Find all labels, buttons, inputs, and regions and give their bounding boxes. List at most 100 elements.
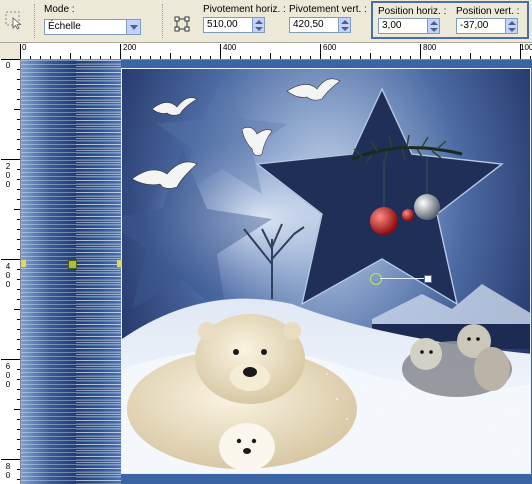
pivot-h-label: Pivotement horiz. : bbox=[203, 4, 286, 15]
ruler-tick bbox=[190, 56, 191, 59]
pivot-h-spinner[interactable] bbox=[252, 17, 265, 33]
ruler-tick bbox=[300, 56, 301, 59]
ruler-tick bbox=[17, 269, 20, 270]
ruler-tick bbox=[1, 59, 20, 60]
ruler-tick bbox=[90, 56, 91, 59]
ruler-tick bbox=[440, 56, 441, 59]
pick-tool-icon[interactable] bbox=[4, 10, 24, 30]
pos-v-label: Position vert. : bbox=[456, 6, 520, 17]
ruler-tick bbox=[270, 53, 271, 59]
ruler-tick bbox=[1, 259, 20, 260]
ruler-label: 1000 bbox=[520, 43, 532, 52]
rotation-pivot-handle[interactable] bbox=[370, 273, 382, 285]
ruler-tick bbox=[17, 139, 20, 140]
ruler-tick bbox=[17, 129, 20, 130]
ruler-tick bbox=[17, 299, 20, 300]
ruler-tick bbox=[17, 379, 20, 380]
pos-h-label: Position horiz. : bbox=[378, 6, 447, 17]
ruler-label: 8 bbox=[5, 462, 11, 471]
pos-v-field[interactable]: -37,00 bbox=[456, 18, 506, 34]
ruler-tick bbox=[17, 89, 20, 90]
ruler-tick bbox=[17, 399, 20, 400]
ruler-label: 0 bbox=[5, 180, 11, 189]
ruler-tick bbox=[17, 169, 20, 170]
ruler-tick bbox=[17, 69, 20, 70]
ruler-tick bbox=[17, 319, 20, 320]
ruler-label: 200 bbox=[123, 43, 137, 52]
ruler-tick bbox=[130, 56, 131, 59]
background-layer-texture bbox=[76, 60, 121, 484]
ruler-tick bbox=[17, 329, 20, 330]
pos-h-spinner[interactable] bbox=[427, 18, 440, 34]
ruler-tick bbox=[17, 279, 20, 280]
ruler-tick bbox=[17, 419, 20, 420]
ruler-tick bbox=[430, 56, 431, 59]
ruler-label: 0 bbox=[5, 171, 11, 180]
ruler-tick bbox=[520, 44, 521, 59]
horizontal-ruler[interactable]: 0 200 400 600 800 1000 bbox=[20, 43, 532, 60]
pos-h-field[interactable]: 3,00 bbox=[378, 18, 428, 34]
mode-select[interactable]: Échelle bbox=[44, 19, 127, 35]
ruler-tick bbox=[500, 56, 501, 59]
ruler-tick bbox=[40, 56, 41, 59]
ruler-tick bbox=[14, 209, 20, 210]
ruler-tick bbox=[17, 79, 20, 80]
ruler-tick bbox=[17, 229, 20, 230]
scale-handle-left[interactable] bbox=[68, 260, 77, 269]
ruler-tick bbox=[310, 56, 311, 59]
ruler-corner bbox=[0, 43, 21, 60]
ruler-tick bbox=[340, 56, 341, 59]
scale-handle-right-edge[interactable] bbox=[117, 260, 122, 267]
toolbar-grip[interactable] bbox=[162, 4, 166, 38]
ruler-tick bbox=[17, 119, 20, 120]
document-canvas[interactable] bbox=[21, 60, 532, 484]
ruler-tick bbox=[320, 44, 321, 59]
scale-handle-left-edge[interactable] bbox=[21, 260, 26, 267]
ruler-tick bbox=[17, 449, 20, 450]
deform-mode-icon[interactable] bbox=[174, 16, 190, 32]
rotation-handle[interactable] bbox=[424, 275, 432, 283]
ruler-tick bbox=[1, 159, 20, 160]
transformed-image-layer[interactable] bbox=[121, 68, 531, 474]
ruler-tick bbox=[17, 249, 20, 250]
ruler-tick bbox=[17, 479, 20, 480]
ruler-tick bbox=[60, 56, 61, 59]
chevron-down-icon[interactable] bbox=[126, 19, 141, 35]
pivot-h-field[interactable]: 510,00 bbox=[203, 17, 253, 33]
ruler-tick bbox=[390, 56, 391, 59]
ruler-tick bbox=[400, 56, 401, 59]
ruler-tick bbox=[14, 409, 20, 410]
ruler-tick bbox=[100, 56, 101, 59]
ruler-tick bbox=[17, 339, 20, 340]
ruler-tick bbox=[17, 369, 20, 370]
vertical-ruler[interactable]: 0 2 0 0 4 0 0 6 0 0 8 0 bbox=[0, 59, 21, 484]
ruler-tick bbox=[150, 56, 151, 59]
ruler-tick bbox=[380, 56, 381, 59]
ruler-label: 0 bbox=[5, 380, 11, 389]
ruler-tick bbox=[17, 469, 20, 470]
ruler-tick bbox=[420, 44, 421, 59]
ruler-tick bbox=[140, 56, 141, 59]
ruler-tick bbox=[17, 199, 20, 200]
image-artwork bbox=[122, 78, 530, 473]
ruler-tick bbox=[17, 99, 20, 100]
ruler-tick bbox=[110, 56, 111, 59]
ruler-tick bbox=[17, 189, 20, 190]
ruler-tick bbox=[360, 56, 361, 59]
ruler-label: 2 bbox=[5, 162, 11, 171]
pos-v-spinner[interactable] bbox=[505, 18, 518, 34]
pivot-v-field[interactable]: 420,50 bbox=[289, 17, 339, 33]
ruler-label: 600 bbox=[323, 43, 337, 52]
toolbar-grip[interactable] bbox=[34, 4, 38, 38]
ruler-tick bbox=[17, 389, 20, 390]
ruler-label: 0 bbox=[5, 271, 11, 280]
ruler-tick bbox=[350, 56, 351, 59]
ruler-tick bbox=[80, 56, 81, 59]
ruler-label: 0 bbox=[22, 43, 27, 52]
pivot-v-spinner[interactable] bbox=[338, 17, 351, 33]
ruler-label: 800 bbox=[423, 43, 437, 52]
ruler-tick bbox=[230, 56, 231, 59]
ruler-label: 400 bbox=[223, 43, 237, 52]
tool-options-bar: Mode : Échelle Pivotement horiz. : 510,0… bbox=[0, 0, 532, 43]
ruler-tick bbox=[17, 289, 20, 290]
